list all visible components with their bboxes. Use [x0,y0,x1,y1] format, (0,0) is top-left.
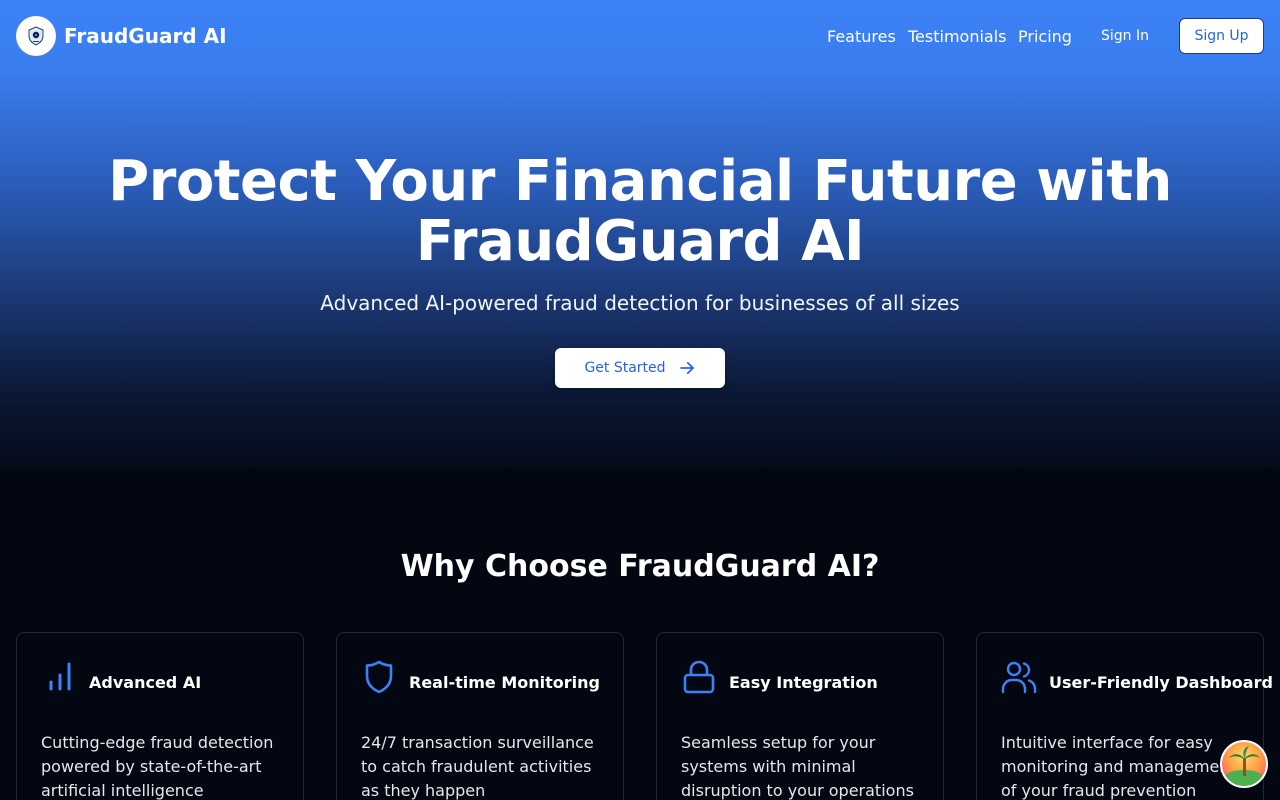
feature-card-real-time-monitoring: Real-time Monitoring 24/7 transaction su… [336,632,624,800]
feature-description: Intuitive interface for easy monitoring … [1001,733,1236,800]
brand-logo[interactable] [16,16,56,56]
hero-title: Protect Your Financial Future with Fraud… [0,152,1280,272]
feature-card-advanced-ai: Advanced AI Cutting-edge fraud detection… [16,632,304,800]
nav-link-features[interactable]: Features [827,27,896,47]
feature-title: Advanced AI [89,673,202,692]
brand-name[interactable]: FraudGuard AI [64,24,227,48]
shield-eye-icon [28,26,44,46]
lock-icon [683,660,715,694]
shield-icon [365,660,393,694]
get-started-label: Get Started [584,360,666,376]
feature-card-user-friendly-dashboard: User-Friendly Dashboard Intuitive interf… [976,632,1273,800]
feature-description: Cutting-edge fraud detection powered by … [41,733,274,800]
hero-subtitle: Advanced AI-powered fraud detection for … [320,291,960,315]
feature-title: User-Friendly Dashboard [1049,673,1273,692]
nav-link-pricing[interactable]: Pricing [1018,27,1072,47]
feature-description: Seamless setup for your systems with min… [681,733,914,800]
palm-tree-icon [1224,746,1264,786]
sign-up-button[interactable]: Sign Up [1179,18,1264,54]
hero-title-line-2: FraudGuard AI [415,209,865,274]
hero-section: FraudGuard AI Features Testimonials Pric… [0,0,1280,468]
feature-title: Easy Integration [729,673,878,692]
arrow-right-icon [679,361,694,375]
sign-in-button[interactable]: Sign In [1101,27,1149,45]
top-nav: FraudGuard AI Features Testimonials Pric… [0,0,1280,72]
feature-title: Real-time Monitoring [409,673,600,692]
nav-link-testimonials[interactable]: Testimonials [908,27,1007,47]
feature-card-easy-integration: Easy Integration Seamless setup for your… [656,632,944,800]
hero-title-line-1: Protect Your Financial Future with [108,149,1172,214]
users-icon [1001,661,1037,694]
feature-description: 24/7 transaction surveillance to catch f… [361,733,594,800]
bar-chart-icon [49,662,71,691]
features-title: Why Choose FraudGuard AI? [400,549,880,584]
chat-widget-avatar[interactable] [1220,740,1268,788]
get-started-button[interactable]: Get Started [555,348,725,388]
